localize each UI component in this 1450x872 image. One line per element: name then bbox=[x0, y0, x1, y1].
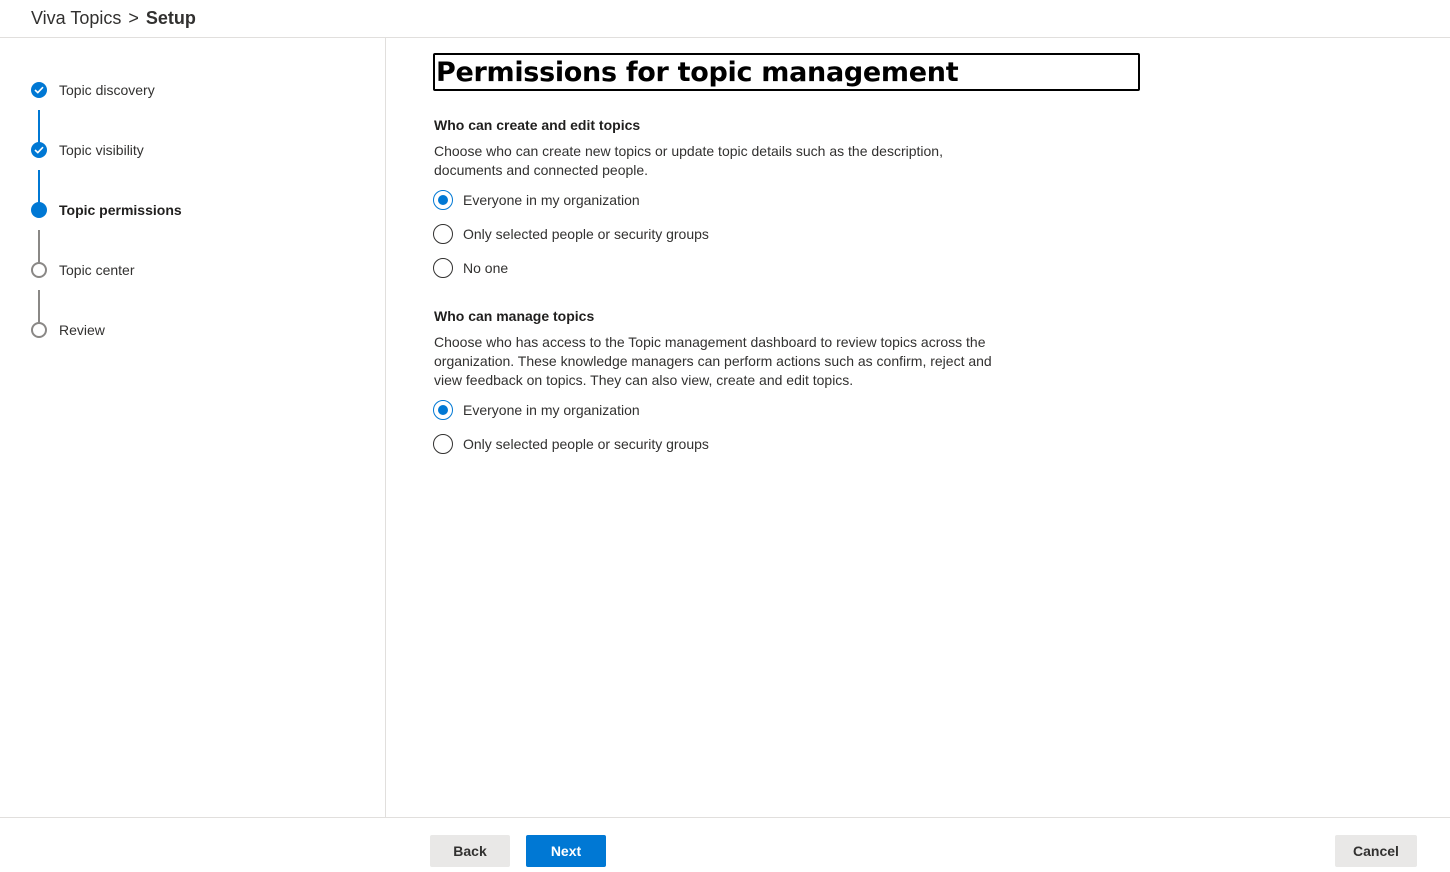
checkmark-icon bbox=[31, 142, 47, 158]
step-label: Topic discovery bbox=[59, 82, 155, 98]
breadcrumb: Viva Topics > Setup bbox=[0, 0, 1450, 38]
step-label: Topic visibility bbox=[59, 142, 144, 158]
setup-stepper: Topic discovery Topic visibility Topic p… bbox=[0, 38, 386, 817]
radio-selected-icon[interactable] bbox=[433, 190, 453, 210]
step-topic-permissions[interactable]: Topic permissions bbox=[31, 200, 182, 220]
radio-label: No one bbox=[463, 260, 509, 276]
create-edit-description: Choose who can create new topics or upda… bbox=[434, 143, 943, 178]
manage-option-everyone[interactable]: Everyone in my organization bbox=[433, 400, 640, 420]
radio-unselected-icon[interactable] bbox=[433, 224, 453, 244]
radio-unselected-icon[interactable] bbox=[433, 434, 453, 454]
radio-unselected-icon[interactable] bbox=[433, 258, 453, 278]
create-option-everyone[interactable]: Everyone in my organization bbox=[433, 190, 640, 210]
step-topic-center[interactable]: Topic center bbox=[31, 260, 134, 280]
create-option-no-one[interactable]: No one bbox=[433, 258, 508, 278]
step-label: Topic permissions bbox=[59, 202, 182, 218]
radio-label: Everyone in my organization bbox=[463, 192, 640, 208]
cancel-button[interactable]: Cancel bbox=[1335, 835, 1417, 867]
create-edit-heading: Who can create and edit topics bbox=[434, 117, 641, 133]
manage-description: Choose who has access to the Topic manag… bbox=[434, 334, 992, 388]
footer-actions: Back Next Cancel bbox=[0, 817, 1450, 872]
radio-label: Only selected people or security groups bbox=[463, 226, 709, 242]
breadcrumb-app[interactable]: Viva Topics bbox=[31, 8, 121, 29]
manage-heading: Who can manage topics bbox=[434, 308, 595, 324]
filled-circle-icon bbox=[31, 202, 47, 218]
next-button[interactable]: Next bbox=[526, 835, 606, 867]
step-topic-visibility[interactable]: Topic visibility bbox=[31, 140, 144, 160]
breadcrumb-current: Setup bbox=[145, 8, 196, 28]
create-option-selected-people[interactable]: Only selected people or security groups bbox=[433, 224, 709, 244]
step-topic-discovery[interactable]: Topic discovery bbox=[31, 80, 155, 100]
checkmark-icon bbox=[31, 82, 47, 98]
page-title-box: Permissions for topic management bbox=[433, 53, 1140, 91]
main-content: Permissions for topic management Who can… bbox=[386, 38, 1450, 817]
back-button[interactable]: Back bbox=[430, 835, 510, 867]
radio-selected-icon[interactable] bbox=[433, 400, 453, 420]
manage-option-selected-people[interactable]: Only selected people or security groups bbox=[433, 434, 709, 454]
breadcrumb-separator: > bbox=[128, 8, 139, 28]
page-title: Permissions for topic management bbox=[436, 56, 959, 88]
step-label: Review bbox=[59, 322, 105, 338]
radio-label: Everyone in my organization bbox=[463, 402, 640, 418]
empty-circle-icon bbox=[31, 322, 47, 338]
step-label: Topic center bbox=[59, 262, 135, 278]
radio-label: Only selected people or security groups bbox=[463, 436, 709, 452]
step-review[interactable]: Review bbox=[31, 320, 105, 340]
empty-circle-icon bbox=[31, 262, 47, 278]
